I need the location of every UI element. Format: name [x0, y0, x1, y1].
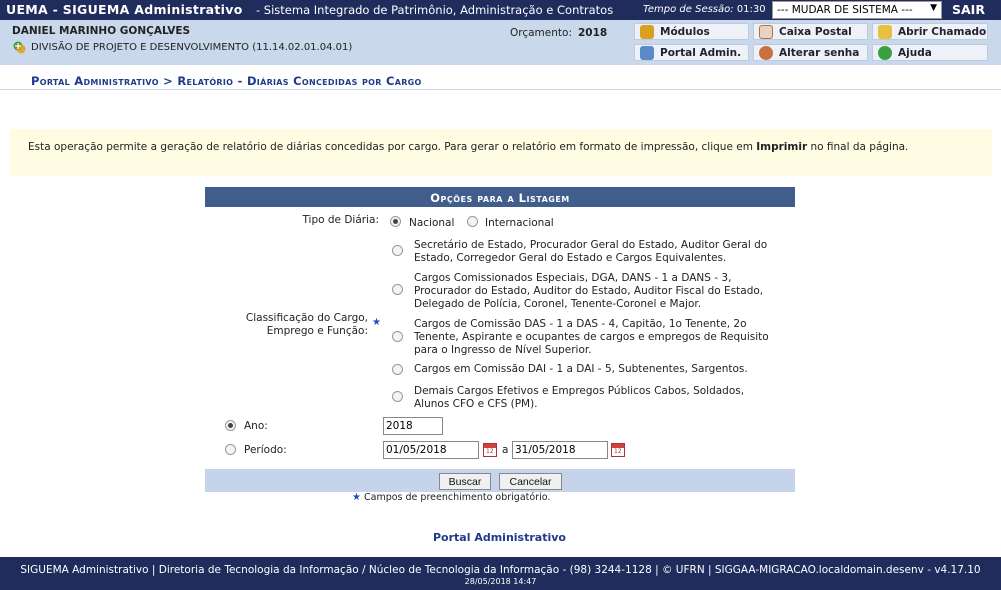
ticket-icon	[878, 24, 892, 39]
footer: SIGUEMA Administrativo | Diretoria de Te…	[0, 557, 1001, 590]
mailbox-button[interactable]: Caixa Postal	[753, 23, 868, 40]
system-select[interactable]: --- MUDAR DE SISTEMA --- ▼	[772, 1, 942, 19]
cancel-button[interactable]: Cancelar	[499, 473, 562, 490]
session-label: Tempo de Sessão:	[643, 4, 734, 15]
info-text-after: no final da página.	[807, 141, 909, 153]
info-text-before: Esta operação permite a geração de relat…	[28, 141, 757, 153]
nacional-label: Nacional	[409, 217, 455, 229]
change-password-button[interactable]: Alterar senha	[753, 44, 868, 61]
required-star-icon: ★	[352, 492, 361, 503]
system-select-value: --- MUDAR DE SISTEMA ---	[777, 4, 913, 16]
mailbox-label: Caixa Postal	[779, 25, 852, 38]
radio-nacional[interactable]	[390, 216, 401, 227]
classificacao-label: Classificação do Cargo, Emprego e Função…	[245, 312, 368, 337]
top-bar: UEMA - SIGUEMA Administrativo - Sistema …	[0, 0, 1001, 20]
radio-periodo[interactable]	[225, 444, 236, 455]
user-name: DANIEL MARINHO GONÇALVES	[12, 25, 191, 37]
periodo-separator: a	[502, 444, 509, 456]
radio-classificacao-4[interactable]	[392, 364, 403, 375]
modules-label: Módulos	[660, 25, 710, 38]
tipo-diaria-label: Tipo de Diária:	[302, 214, 379, 226]
switch-unit-icon	[13, 41, 26, 54]
user-unit-label: DIVISÃO DE PROJETO E DESENVOLVIMENTO (11…	[31, 42, 353, 53]
classificacao-option-3: Cargos de Comissão DAS - 1 a DAS - 4, Ca…	[414, 318, 769, 356]
portal-admin-label: Portal Admin.	[660, 46, 742, 59]
user-unit[interactable]: DIVISÃO DE PROJETO E DESENVOLVIMENTO (11…	[12, 40, 352, 55]
chevron-down-icon: ▼	[930, 3, 937, 13]
ano-label: Ano:	[244, 420, 268, 432]
footer-info: SIGUEMA Administrativo | Diretoria de Te…	[20, 564, 981, 576]
user-bar: DANIEL MARINHO GONÇALVES DIVISÃO DE PROJ…	[0, 20, 1001, 65]
search-button[interactable]: Buscar	[439, 473, 491, 490]
listing-options-form: Opções para a Listagem Tipo de Diária: N…	[205, 187, 795, 492]
ano-input[interactable]	[383, 417, 443, 435]
budget: Orçamento: 2018	[510, 27, 607, 39]
calendar-icon[interactable]: 12	[611, 443, 625, 457]
form-title: Opções para a Listagem	[205, 187, 795, 207]
radio-ano[interactable]	[225, 420, 236, 431]
help-label: Ajuda	[898, 46, 932, 59]
footer-timestamp: 28/05/2018 14:47	[464, 577, 537, 586]
budget-label: Orçamento:	[510, 27, 572, 39]
modules-button[interactable]: Módulos	[634, 23, 749, 40]
logout-link[interactable]: SAIR	[952, 2, 985, 17]
form-buttons: Buscar Cancelar	[205, 469, 795, 492]
breadcrumb: Portal Administrativo > Relatório - Diár…	[31, 74, 422, 88]
help-icon	[878, 45, 892, 60]
mailbox-icon	[759, 24, 773, 39]
classificacao-option-2: Cargos Comissionados Especiais, DGA, DAN…	[414, 272, 764, 310]
open-ticket-button[interactable]: Abrir Chamado	[872, 23, 988, 40]
portal-admin-button[interactable]: Portal Admin.	[634, 44, 749, 61]
breadcrumb-bar: Portal Administrativo > Relatório - Diár…	[0, 65, 1001, 90]
session-timer: Tempo de Sessão: 01:30	[643, 4, 766, 15]
classificacao-option-1: Secretário de Estado, Procurador Geral d…	[414, 239, 768, 264]
required-star-icon: ★	[372, 317, 381, 328]
portal-admin-link[interactable]: Portal Administrativo	[433, 531, 566, 544]
classificacao-option-5: Demais Cargos Efetivos e Empregos Públic…	[414, 385, 745, 410]
radio-internacional[interactable]	[467, 216, 478, 227]
periodo-start-input[interactable]	[383, 441, 479, 459]
classificacao-option-4: Cargos em Comissão DAI - 1 a DAI - 5, Su…	[414, 363, 748, 375]
calendar-icon[interactable]: 12	[483, 443, 497, 457]
open-ticket-label: Abrir Chamado	[898, 25, 987, 38]
portal-icon	[640, 45, 654, 60]
periodo-end-input[interactable]	[512, 441, 608, 459]
system-brand: UEMA - SIGUEMA Administrativo	[6, 2, 243, 17]
info-message: Esta operação permite a geração de relat…	[10, 129, 992, 176]
user-key-icon	[759, 45, 773, 60]
modules-icon	[640, 24, 654, 39]
budget-year: 2018	[577, 27, 608, 39]
session-time: 01:30	[736, 4, 766, 15]
required-note: ★ Campos de preenchimento obrigatório.	[352, 492, 550, 503]
required-note-text: Campos de preenchimento obrigatório.	[364, 492, 551, 503]
form-body: Tipo de Diária: Nacional Internacional C…	[205, 207, 795, 469]
radio-classificacao-3[interactable]	[392, 331, 403, 342]
radio-classificacao-2[interactable]	[392, 284, 403, 295]
info-text-bold: Imprimir	[756, 141, 808, 153]
radio-classificacao-1[interactable]	[392, 245, 403, 256]
radio-classificacao-5[interactable]	[392, 391, 403, 402]
help-button[interactable]: Ajuda	[872, 44, 988, 61]
periodo-label: Período:	[244, 444, 287, 456]
system-subtitle: - Sistema Integrado de Patrimônio, Admin…	[256, 3, 614, 17]
internacional-label: Internacional	[485, 217, 554, 229]
change-password-label: Alterar senha	[779, 46, 860, 59]
